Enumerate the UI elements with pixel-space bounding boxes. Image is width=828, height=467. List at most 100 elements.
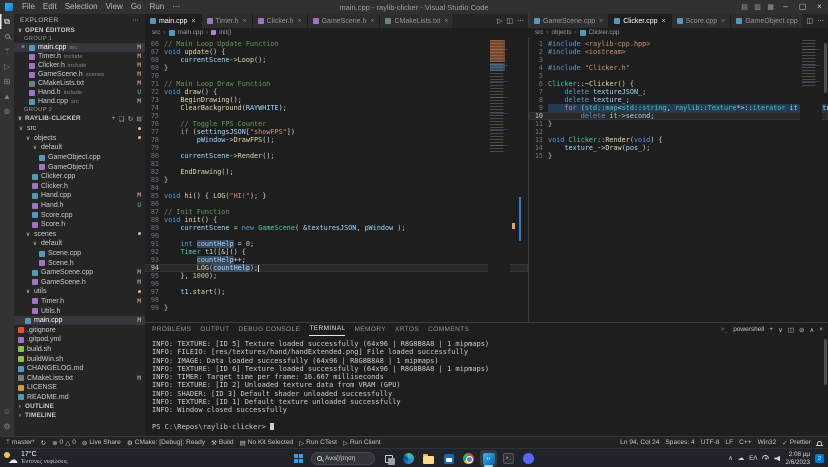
settings-gear-icon[interactable]: ⚙	[0, 419, 14, 434]
file-license[interactable]: LICENSE	[14, 383, 145, 393]
layout-customize-icon[interactable]: ▦	[764, 3, 777, 11]
close-button[interactable]: ×	[811, 0, 828, 14]
file-gamescene-h[interactable]: GameScene.hM	[14, 278, 145, 288]
close-tab-icon[interactable]: ×	[661, 18, 665, 25]
file-gitpod-yml[interactable]: .gitpod.yml	[14, 335, 145, 345]
folder-objects[interactable]: ∨objects●	[14, 134, 145, 144]
start-button[interactable]	[291, 451, 306, 466]
open-editor-item-hand-h[interactable]: Hand.hincludeU	[14, 88, 145, 97]
status-encoding[interactable]: UTF-8	[698, 439, 723, 446]
close-tab-icon[interactable]: ×	[370, 18, 374, 25]
close-tab-icon[interactable]: ×	[444, 18, 448, 25]
file-readme-md[interactable]: README.md	[14, 393, 145, 403]
account-icon[interactable]: ☺	[0, 404, 14, 419]
extensions-icon[interactable]: ⊞	[0, 74, 14, 89]
new-terminal-icon[interactable]: +	[769, 326, 773, 333]
tab-main-cpp[interactable]: main.cpp×	[145, 14, 202, 28]
status-prettier[interactable]: ✓Prettier	[779, 439, 814, 447]
folder-utils[interactable]: ∨utils●	[14, 287, 145, 297]
status-run-client[interactable]: ▷Run Client	[340, 439, 384, 447]
terminal-dropdown-icon[interactable]: ∨	[778, 326, 783, 334]
panel-tab-problems[interactable]: PROBLEMS	[152, 324, 191, 336]
file-cmakelists-txt[interactable]: CMakeLists.txtM	[14, 373, 145, 383]
file-score-cpp[interactable]: Score.cpp	[14, 210, 145, 220]
refresh-icon[interactable]: ↻	[128, 115, 134, 123]
status-indentation[interactable]: Spaces: 4	[662, 439, 697, 446]
minimize-button[interactable]: –	[777, 0, 794, 14]
file-changelog-md[interactable]: CHANGELOG.md	[14, 364, 145, 374]
cmake-icon[interactable]: ▲	[0, 89, 14, 104]
run-file-icon[interactable]: ▷	[497, 17, 502, 25]
hidden-icons-chevron[interactable]: ∧	[728, 455, 733, 462]
discord-icon[interactable]	[520, 450, 537, 467]
kill-terminal-icon[interactable]: ⊘	[799, 326, 804, 334]
close-tab-icon[interactable]: ×	[243, 18, 247, 25]
task-view-icon[interactable]	[380, 450, 397, 467]
close-tab-icon[interactable]: ×	[721, 18, 725, 25]
volume-icon[interactable]	[774, 456, 780, 462]
panel-tab-debug-console[interactable]: DEBUG CONSOLE	[238, 324, 300, 336]
project-section-header[interactable]: ∨ RAYLIB-CLICKER +❏↻⊟	[14, 114, 145, 123]
toggle-sidebar-icon[interactable]: ▤	[738, 3, 751, 11]
maximize-panel-icon[interactable]: ∧	[809, 326, 814, 334]
file-hand-h[interactable]: Hand.hU	[14, 201, 145, 211]
tab-gamescene-h[interactable]: GameScene.h×	[308, 14, 381, 28]
tab-timer-h[interactable]: Timer.h×	[202, 14, 253, 28]
file-explorer-icon[interactable]	[420, 450, 437, 467]
split-editor-icon[interactable]: ◫	[806, 17, 813, 25]
sidebar-more-icon[interactable]: ⋯	[132, 16, 139, 24]
tab-clicker-cpp[interactable]: Clicker.cpp×	[609, 14, 671, 28]
menu-more[interactable]: ⋯	[168, 0, 184, 14]
editor-main-cpp[interactable]: 66// Main Loop Update Function67void upd…	[145, 37, 528, 322]
panel-tab-comments[interactable]: COMMENTS	[428, 324, 469, 336]
panel-tab-output[interactable]: OUTPUT	[200, 324, 229, 336]
folder-default[interactable]: ∨default	[14, 239, 145, 249]
live-share-icon[interactable]: ⊚	[0, 104, 14, 119]
timeline-section-header[interactable]: › TIMELINE	[14, 411, 145, 420]
new-folder-icon[interactable]: ❏	[119, 115, 125, 123]
open-editor-item-timer-h[interactable]: Timer.hincludeM	[14, 52, 145, 61]
status-cursor-position[interactable]: Ln 94, Col 24	[617, 439, 662, 446]
tab-cmakelists-txt[interactable]: CMakeLists.txt×	[380, 14, 454, 28]
file-gameobject-cpp[interactable]: GameObject.cpp	[14, 153, 145, 163]
file-gamescene-cpp[interactable]: GameScene.cppM	[14, 268, 145, 278]
chrome-browser-icon[interactable]	[460, 450, 477, 467]
open-editor-item-gamescene-h[interactable]: GameScene.hscenesM	[14, 70, 145, 79]
open-editor-item-clicker-h[interactable]: Clicker.hincludeM	[14, 61, 145, 70]
file-clicker-cpp[interactable]: Clicker.cpp	[14, 172, 145, 182]
breadcrumb-item-src[interactable]: src	[152, 29, 160, 36]
file-buildwin-sh[interactable]: buildWin.sh	[14, 354, 145, 364]
status-notifications[interactable]	[814, 441, 825, 445]
edge-browser-icon[interactable]	[400, 450, 417, 467]
close-tab-icon[interactable]: ×	[802, 18, 803, 25]
open-editor-item-main-cpp[interactable]: ×main.cppsrcM	[14, 43, 145, 52]
search-icon[interactable]	[0, 29, 14, 44]
panel-tab-memory[interactable]: MEMORY	[354, 324, 386, 336]
toggle-panel-icon[interactable]: ▥	[751, 3, 764, 11]
breadcrumb-item-main-cpp[interactable]: main.cpp	[178, 29, 204, 36]
microsoft-store-icon[interactable]	[440, 450, 457, 467]
open-editors-header[interactable]: ∨ OPEN EDITORS	[14, 26, 145, 35]
terminal-shell-label[interactable]: powershell	[733, 326, 764, 333]
status-problems[interactable]: ⊗0△0	[49, 439, 79, 447]
status-cmake-build[interactable]: ⚒Build	[208, 439, 237, 447]
close-tab-icon[interactable]: ×	[599, 18, 603, 25]
more-actions-icon[interactable]: ⋯	[517, 17, 524, 25]
minimap[interactable]	[800, 37, 822, 322]
file-build-sh[interactable]: build.sh	[14, 345, 145, 355]
folder-src[interactable]: ∨src●	[14, 124, 145, 134]
status-language-mode[interactable]: C++	[736, 439, 754, 446]
terminal-output[interactable]: INFO: TEXTURE: [ID 5] Texture loaded suc…	[145, 336, 828, 431]
breadcrumb-item-src[interactable]: src	[535, 29, 543, 36]
split-terminal-icon[interactable]: ◫	[788, 326, 794, 334]
status-eol[interactable]: LF	[722, 439, 736, 446]
tab-gamescene-cpp[interactable]: GameScene.cpp×	[529, 14, 609, 28]
close-panel-icon[interactable]: ×	[819, 326, 823, 333]
file-clicker-h[interactable]: Clicker.h	[14, 182, 145, 192]
more-actions-icon[interactable]: ⋯	[817, 17, 824, 25]
status-platform[interactable]: Win32	[755, 439, 780, 446]
open-editor-item-hand-cpp[interactable]: Hand.cppsrcM	[14, 97, 145, 106]
panel-tab-xrtos[interactable]: XRTOS	[395, 324, 419, 336]
close-editor-icon[interactable]: ×	[21, 43, 26, 52]
file-timer-h[interactable]: Timer.hM	[14, 297, 145, 307]
